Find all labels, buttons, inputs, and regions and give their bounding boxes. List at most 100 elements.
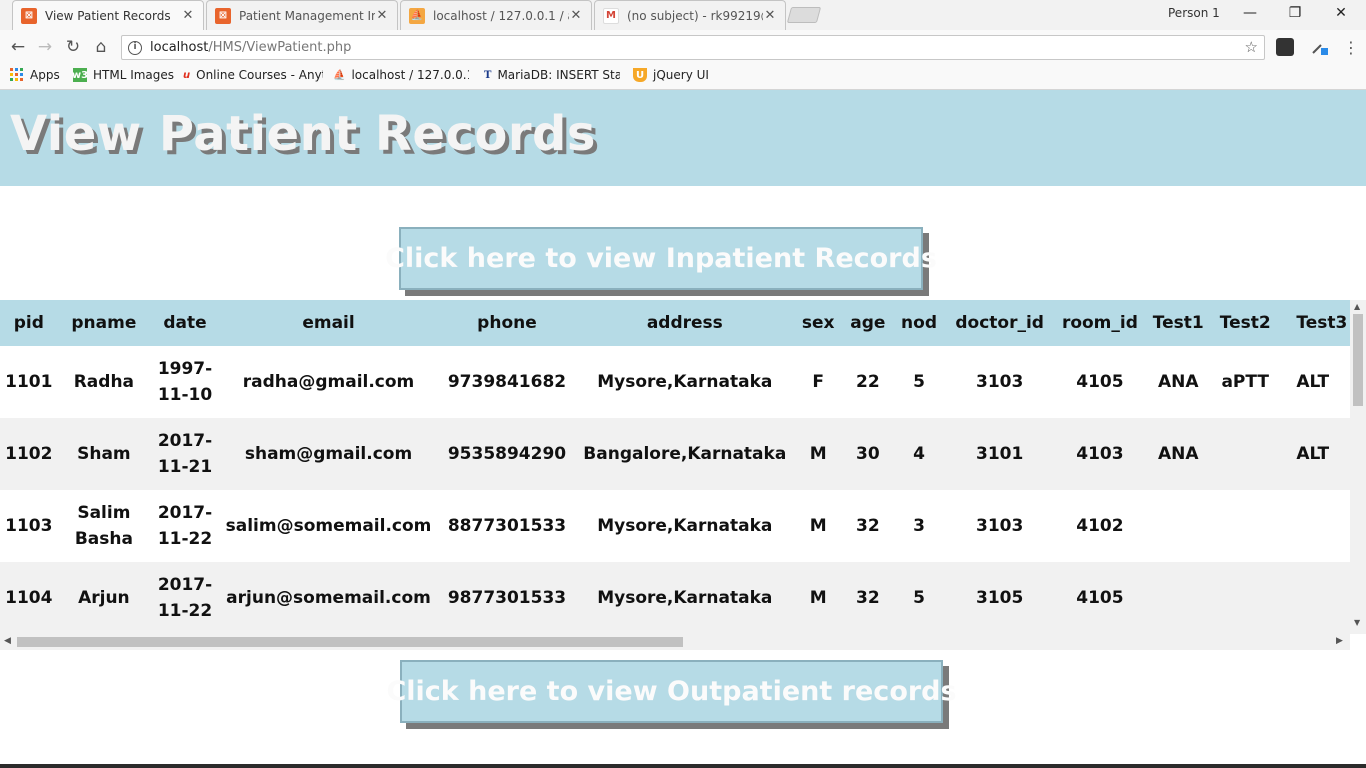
view-outpatient-records-button[interactable]: Click here to view Outpatient records xyxy=(386,660,957,723)
bookmark-html-images[interactable]: w3 HTML Images xyxy=(73,68,174,82)
horizontal-scrollbar[interactable]: ◀ ▶ xyxy=(0,634,1350,650)
table-cell: Mysore,Karnataka xyxy=(576,346,793,418)
bookmark-mariadb[interactable]: T MariaDB: INSERT State xyxy=(484,68,620,82)
horizontal-scrollbar-thumb[interactable] xyxy=(17,637,683,647)
close-tab-icon[interactable]: ✕ xyxy=(181,8,195,23)
view-inpatient-records-button[interactable]: Click here to view Inpatient Records xyxy=(385,227,937,290)
table-cell: 3101 xyxy=(945,418,1054,490)
table-cell: Bangalore,Karnataka xyxy=(576,418,793,490)
browser-tab-gmail[interactable]: M (no subject) - rk99219@g ✕ xyxy=(594,0,786,30)
close-window-icon[interactable]: ✕ xyxy=(1331,5,1351,21)
browser-tab-patient-management[interactable]: ⊠ Patient Management Info ✕ xyxy=(206,0,398,30)
table-cell xyxy=(1210,418,1281,490)
bookmark-label: MariaDB: INSERT State xyxy=(497,68,620,82)
new-tab-button[interactable] xyxy=(786,7,822,23)
table-cell: Arjun xyxy=(57,562,151,634)
close-tab-icon[interactable]: ✕ xyxy=(375,8,389,23)
column-header: pid xyxy=(0,300,58,346)
table-cell: M xyxy=(792,418,844,490)
close-tab-icon[interactable]: ✕ xyxy=(569,8,583,23)
back-icon[interactable]: ← xyxy=(8,37,28,57)
table-cell xyxy=(1210,562,1281,634)
table-cell: 1104 xyxy=(0,562,58,634)
xampp-favicon-icon: ⊠ xyxy=(21,7,37,24)
table-cell: radha@gmail.com xyxy=(219,346,438,418)
table-cell: 1997-11-10 xyxy=(150,346,220,418)
table-cell: 3103 xyxy=(945,346,1054,418)
address-bar[interactable]: i localhost/HMS/ViewPatient.php ☆ xyxy=(121,35,1265,60)
udemy-icon: u xyxy=(183,69,191,81)
column-header: Test2 xyxy=(1210,300,1281,346)
table-row: 1104 Arjun 2017-11-22 arjun@somemail.com… xyxy=(0,562,1350,634)
bookmark-star-icon[interactable]: ☆ xyxy=(1245,38,1258,56)
bookmark-localhost[interactable]: ⛵ localhost / 127.0.0.1 / xyxy=(333,68,469,82)
extension-icon[interactable] xyxy=(1276,38,1294,56)
table-cell: 8877301533 xyxy=(437,490,577,562)
table-cell: M xyxy=(792,490,844,562)
bookmark-label: Apps xyxy=(30,68,60,82)
patient-records-table: pid pname date email phone address sex a… xyxy=(0,300,1350,634)
close-tab-icon[interactable]: ✕ xyxy=(763,8,777,23)
scroll-up-icon[interactable]: ▲ xyxy=(1354,302,1360,311)
column-header: date xyxy=(150,300,220,346)
bookmark-label: HTML Images xyxy=(93,68,175,82)
table-row: 1103 Salim Basha 2017-11-22 salim@somema… xyxy=(0,490,1350,562)
table-cell: ANA xyxy=(1146,346,1211,418)
patient-table-viewport[interactable]: pid pname date email phone address sex a… xyxy=(0,300,1350,634)
tab-title: Patient Management Info xyxy=(239,8,375,23)
forward-icon[interactable]: → xyxy=(35,37,55,57)
shield-icon: U xyxy=(633,68,647,82)
vertical-scrollbar-thumb[interactable] xyxy=(1353,314,1363,406)
table-cell: Mysore,Karnataka xyxy=(576,562,793,634)
url-path: /HMS/ViewPatient.php xyxy=(208,40,352,55)
site-info-icon[interactable]: i xyxy=(128,40,142,55)
table-cell: F xyxy=(792,346,844,418)
reload-icon[interactable]: ↻ xyxy=(63,37,83,57)
table-cell: Mysore,Karnataka xyxy=(576,490,793,562)
table-cell: 9535894290 xyxy=(437,418,577,490)
profile-label[interactable]: Person 1 xyxy=(1168,6,1220,20)
table-cell: 4 xyxy=(892,418,946,490)
table-cell: 2017-11-22 xyxy=(150,562,220,634)
table-cell: sham@gmail.com xyxy=(219,418,438,490)
bookmark-apps[interactable]: Apps xyxy=(10,68,60,82)
bookmarks-bar: Apps w3 HTML Images u Online Courses - A… xyxy=(0,63,1366,90)
browser-tab-phpmyadmin[interactable]: ⛵ localhost / 127.0.0.1 / adm ✕ xyxy=(400,0,592,30)
browser-tab-view-patient-records[interactable]: ⊠ View Patient Records ✕ xyxy=(12,0,204,30)
table-cell: 4103 xyxy=(1053,418,1147,490)
menu-dots-icon[interactable]: ⋮ xyxy=(1342,38,1360,57)
tab-strip: ⊠ View Patient Records ✕ ⊠ Patient Manag… xyxy=(0,0,1366,30)
column-header: email xyxy=(219,300,438,346)
scroll-right-icon[interactable]: ▶ xyxy=(1336,636,1343,646)
bookmark-online-courses[interactable]: u Online Courses - Anyt xyxy=(183,68,323,82)
column-header: sex xyxy=(792,300,844,346)
column-header: Test3 xyxy=(1280,300,1350,346)
eyedropper-extension-icon[interactable] xyxy=(1310,38,1328,56)
table-cell: M xyxy=(792,562,844,634)
scroll-down-icon[interactable]: ▼ xyxy=(1354,618,1360,627)
table-cell xyxy=(1146,490,1211,562)
table-cell: 1102 xyxy=(0,418,58,490)
table-cell: salim@somemail.com xyxy=(219,490,438,562)
table-cell: 3105 xyxy=(945,562,1054,634)
xampp-favicon-icon: ⊠ xyxy=(215,7,231,24)
scroll-left-icon[interactable]: ◀ xyxy=(4,636,11,646)
table-row: 1101 Radha 1997-11-10 radha@gmail.com 97… xyxy=(0,346,1350,418)
w3schools-icon: w3 xyxy=(73,68,89,82)
column-header: room_id xyxy=(1053,300,1147,346)
column-header: age xyxy=(843,300,893,346)
phpmyadmin-favicon-icon: ⛵ xyxy=(409,7,425,24)
bookmark-jquery-ui[interactable]: U jQuery UI xyxy=(633,68,709,82)
table-cell: 22 xyxy=(843,346,893,418)
minimize-icon[interactable]: — xyxy=(1240,5,1260,21)
tab-title: localhost / 127.0.0.1 / adm xyxy=(433,8,569,23)
restore-icon[interactable]: ❐ xyxy=(1285,5,1305,21)
table-cell: Salim Basha xyxy=(57,490,151,562)
home-icon[interactable]: ⌂ xyxy=(91,37,111,57)
window-bottom-edge xyxy=(0,764,1366,768)
table-cell: ALT xyxy=(1280,346,1350,418)
table-cell: 5 xyxy=(892,346,946,418)
table-cell: 32 xyxy=(843,490,893,562)
vertical-scrollbar[interactable]: ▲ ▼ xyxy=(1350,300,1366,634)
column-header: pname xyxy=(57,300,151,346)
